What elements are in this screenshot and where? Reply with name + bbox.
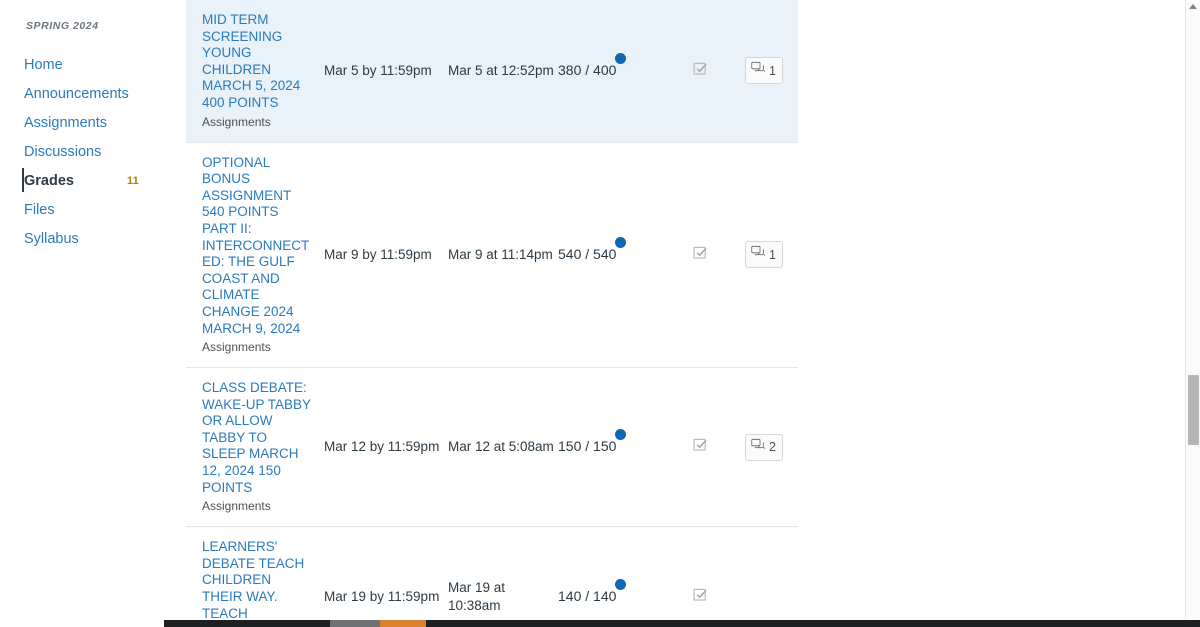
grade-detail-cell xyxy=(670,368,730,527)
assignment-link[interactable]: CLASS DEBATE: WAKE-UP TABBY OR ALLOW TAB… xyxy=(202,380,314,496)
score-value: 380 / 400 xyxy=(558,52,627,78)
score-text: 380 / 400 xyxy=(558,61,617,78)
assignment-group-label: Assignments xyxy=(202,499,271,514)
comment-count: 1 xyxy=(769,247,776,262)
assignment-group-label: Assignments xyxy=(202,340,271,355)
due-date-text: Mar 5 by 11:59pm xyxy=(324,62,432,78)
sidebar-item-assignments[interactable]: Assignments xyxy=(0,108,185,137)
taskbar-track[interactable] xyxy=(164,620,1200,627)
comment-count: 2 xyxy=(769,440,776,455)
taskbar-segment-gray[interactable] xyxy=(330,620,380,627)
comments-cell: 1 xyxy=(730,0,798,142)
comments-cell xyxy=(730,527,798,627)
submitted-date-cell: Mar 12 at 5:08am xyxy=(448,368,558,527)
grade-detail-cell xyxy=(670,142,730,368)
submitted-date-cell: Mar 5 at 12:52pm xyxy=(448,0,558,142)
course-nav-list: Home Announcements Assignments Discussions G… xyxy=(0,50,185,253)
score-cell: 540 / 540 xyxy=(558,142,670,368)
grades-table-body: MID TERM SCREENING YOUNG CHILDREN MARCH … xyxy=(186,0,798,627)
table-row[interactable]: OPTIONAL BONUS ASSIGNMENT 540 POINTS PAR… xyxy=(186,142,798,368)
due-date-text: Mar 9 by 11:59pm xyxy=(324,246,432,262)
comment-count: 1 xyxy=(769,63,776,78)
assignment-link[interactable]: MID TERM SCREENING YOUNG CHILDREN MARCH … xyxy=(202,12,314,112)
bottom-chrome-bar xyxy=(0,619,1200,627)
submitted-date-text: Mar 5 at 12:52pm xyxy=(448,62,554,78)
comment-bubble-icon xyxy=(751,245,766,264)
new-grade-indicator-dot xyxy=(615,236,627,248)
score-text: 140 / 140 xyxy=(558,588,617,605)
sidebar-item-label: Home xyxy=(24,56,63,73)
score-value: 150 / 150 xyxy=(558,429,627,455)
grade-detail-cell xyxy=(670,527,730,627)
sidebar-item-badge: 11 xyxy=(126,174,139,187)
comments-button[interactable]: 2 xyxy=(745,433,783,461)
sidebar-item-home[interactable]: Home xyxy=(0,50,185,79)
vertical-scrollbar[interactable] xyxy=(1185,0,1200,620)
score-cell: 150 / 150 xyxy=(558,368,670,527)
due-date-text: Mar 12 by 11:59pm xyxy=(324,439,440,455)
grades-main-content: MID TERM SCREENING YOUNG CHILDREN MARCH … xyxy=(186,0,1200,627)
due-date-text: Mar 19 by 11:59pm xyxy=(324,589,440,605)
submitted-date-text: Mar 9 at 11:14pm xyxy=(448,246,553,262)
table-row[interactable]: MID TERM SCREENING YOUNG CHILDREN MARCH … xyxy=(186,0,798,143)
sidebar-item-label: Grades xyxy=(24,172,74,189)
due-date-cell: Mar 9 by 11:59pm xyxy=(324,142,448,368)
sidebar-item-label: Announcements xyxy=(24,85,129,102)
new-grade-indicator-dot xyxy=(615,429,627,441)
sidebar-item-label: Files xyxy=(24,201,55,218)
new-grade-indicator-dot xyxy=(615,52,627,64)
rubric-check-icon[interactable] xyxy=(692,60,709,77)
comments-button[interactable]: 1 xyxy=(745,241,783,269)
assignment-title-cell: CLASS DEBATE: WAKE-UP TABBY OR ALLOW TAB… xyxy=(186,368,324,527)
table-row[interactable]: CLASS DEBATE: WAKE-UP TABBY OR ALLOW TAB… xyxy=(186,368,798,527)
score-value: 540 / 540 xyxy=(558,236,627,262)
comment-bubble-icon xyxy=(751,438,766,457)
rubric-check-icon[interactable] xyxy=(692,244,709,261)
sidebar-item-announcements[interactable]: Announcements xyxy=(0,79,185,108)
sidebar-item-label: Syllabus xyxy=(24,230,79,247)
comments-cell: 2 xyxy=(730,368,798,527)
sidebar-item-label: Assignments xyxy=(24,114,108,131)
assignment-link[interactable]: LEARNERS' DEBATE TEACH CHILDREN THEIR WA… xyxy=(202,539,314,627)
comment-bubble-icon xyxy=(751,61,766,80)
sidebar-item-label: Discussions xyxy=(24,143,102,160)
sidebar-item-syllabus[interactable]: Syllabus xyxy=(0,224,185,253)
rubric-check-icon[interactable] xyxy=(692,586,709,603)
new-grade-indicator-dot xyxy=(615,579,627,591)
score-text: 150 / 150 xyxy=(558,438,617,455)
vertical-scrollbar-thumb[interactable] xyxy=(1188,375,1199,445)
due-date-cell: Mar 19 by 11:59pm xyxy=(324,527,448,627)
grades-table: MID TERM SCREENING YOUNG CHILDREN MARCH … xyxy=(186,0,798,627)
score-text: 540 / 540 xyxy=(558,245,617,262)
course-navigation-sidebar: SPRING 2024 Home Announcements Assignments… xyxy=(0,0,186,627)
assignment-group-label: Assignments xyxy=(202,114,271,129)
assignment-link[interactable]: OPTIONAL BONUS ASSIGNMENT 540 POINTS PAR… xyxy=(202,155,314,338)
score-cell: 140 / 140 xyxy=(558,527,670,627)
sidebar-item-discussions[interactable]: Discussions xyxy=(0,137,185,166)
assignment-title-cell: MID TERM SCREENING YOUNG CHILDREN MARCH … xyxy=(186,0,324,142)
sidebar-item-grades[interactable]: Grades 11 xyxy=(0,166,185,195)
grades-page: SPRING 2024 Home Announcements Assignments… xyxy=(0,0,1200,627)
sidebar-item-files[interactable]: Files xyxy=(0,195,185,224)
table-row[interactable]: LEARNERS' DEBATE TEACH CHILDREN THEIR WA… xyxy=(186,527,798,627)
due-date-cell: Mar 12 by 11:59pm xyxy=(324,368,448,527)
submitted-date-cell: Mar 9 at 11:14pm xyxy=(448,142,558,368)
submitted-date-text: Mar 12 at 5:08am xyxy=(448,439,554,455)
scroll-up-arrow-icon[interactable] xyxy=(1189,4,1197,9)
comments-button[interactable]: 1 xyxy=(745,57,783,85)
submitted-date-cell: Mar 19 at 10:38am xyxy=(448,527,558,627)
grade-detail-cell xyxy=(670,0,730,142)
rubric-check-icon[interactable] xyxy=(692,436,709,453)
comments-cell: 1 xyxy=(730,142,798,368)
submitted-date-text: Mar 19 at 10:38am xyxy=(448,580,506,614)
taskbar-segment-active[interactable] xyxy=(380,620,426,627)
score-cell: 380 / 400 xyxy=(558,0,670,142)
due-date-cell: Mar 5 by 11:59pm xyxy=(324,0,448,142)
course-term-label: SPRING 2024 xyxy=(26,20,99,32)
score-value: 140 / 140 xyxy=(558,579,627,605)
assignment-title-cell: LEARNERS' DEBATE TEACH CHILDREN THEIR WA… xyxy=(186,527,324,627)
assignment-title-cell: OPTIONAL BONUS ASSIGNMENT 540 POINTS PAR… xyxy=(186,142,324,368)
